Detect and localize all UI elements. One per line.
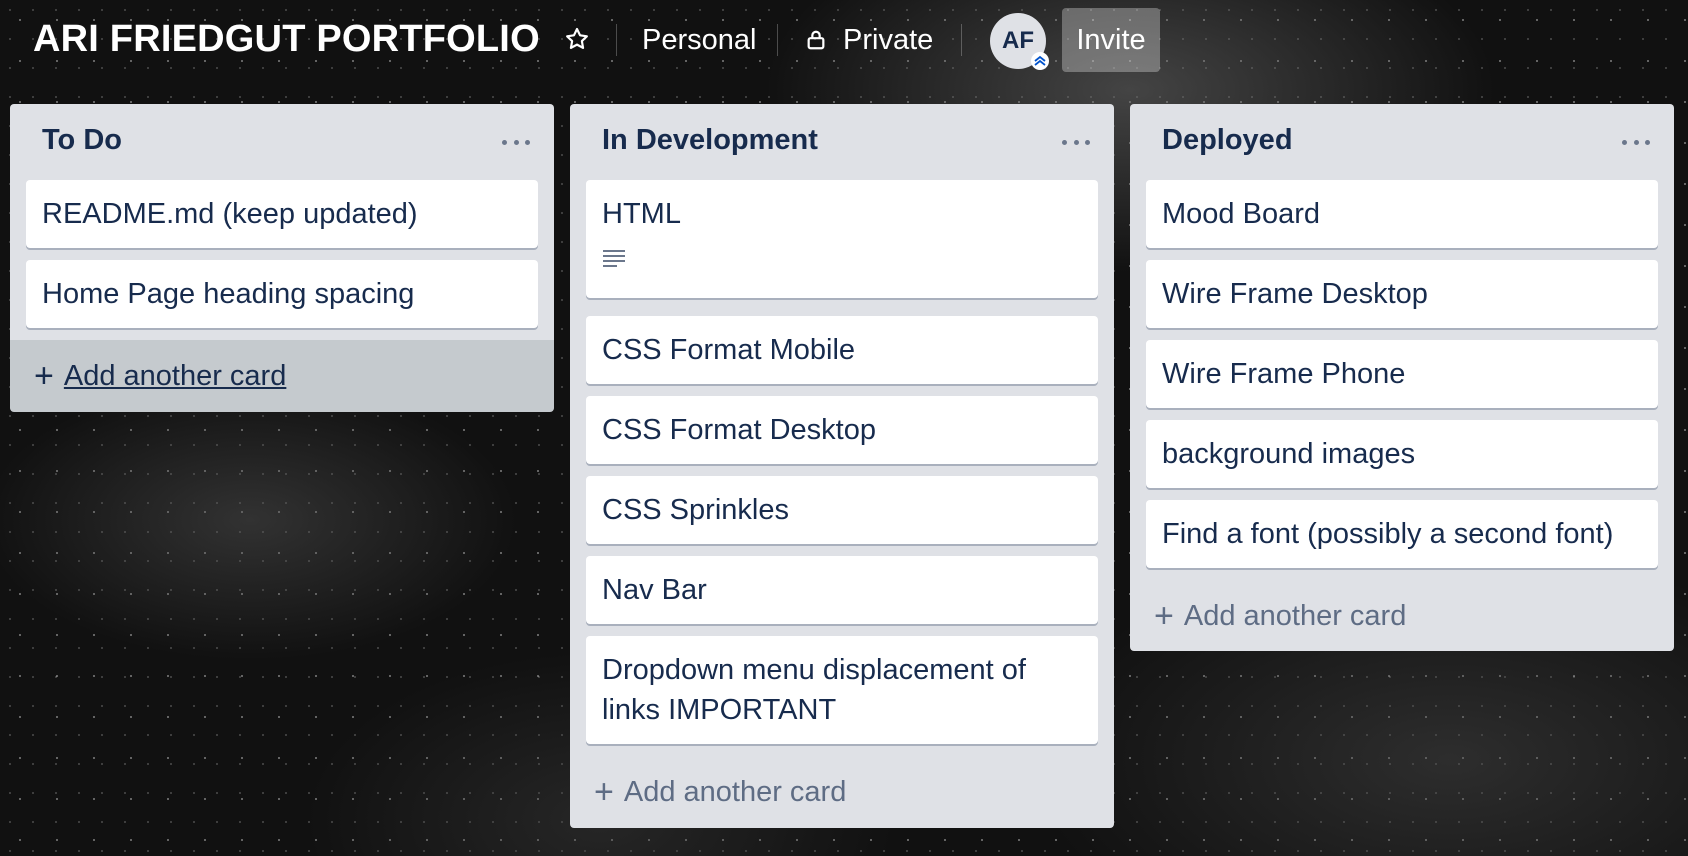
add-card-button[interactable]: + Add another card — [34, 348, 546, 404]
card[interactable]: background images — [1146, 420, 1658, 488]
visibility-button[interactable]: Private — [805, 20, 933, 60]
card-title: Wire Frame Desktop — [1162, 278, 1428, 310]
card-title: Wire Frame Phone — [1162, 358, 1406, 390]
plus-icon: + — [34, 357, 54, 395]
list-header: In Development — [570, 104, 1114, 180]
description-icon — [603, 250, 625, 267]
list-title[interactable]: Deployed — [1162, 124, 1293, 157]
card-title: CSS Format Mobile — [602, 334, 856, 366]
list-menu-button[interactable] — [1622, 132, 1650, 152]
card[interactable]: CSS Format Mobile — [586, 316, 1098, 384]
card-title: Home Page heading spacing — [42, 278, 415, 310]
list-header: To Do — [10, 104, 554, 180]
workspace-button[interactable]: Personal — [642, 20, 756, 60]
add-card-label: Add another card — [63, 359, 287, 392]
plus-icon: + — [594, 773, 614, 811]
add-card-button[interactable]: + Add another card — [594, 764, 1106, 820]
header-divider — [616, 24, 617, 56]
card[interactable]: HTML — [586, 180, 1098, 298]
star-icon — [566, 27, 588, 49]
card-title: Mood Board — [1162, 198, 1320, 230]
lock-icon — [807, 30, 825, 50]
card[interactable]: CSS Sprinkles — [586, 476, 1098, 544]
list-menu-button[interactable] — [502, 132, 530, 152]
card-title: background images — [1162, 438, 1416, 470]
list-header: Deployed — [1130, 104, 1674, 180]
list-title[interactable]: To Do — [42, 124, 122, 157]
card-title: CSS Format Desktop — [602, 414, 876, 446]
card[interactable]: Wire Frame Phone — [1146, 340, 1658, 408]
card[interactable]: Mood Board — [1146, 180, 1658, 248]
card[interactable]: Dropdown menu displacement of links IMPO… — [586, 636, 1098, 744]
card-title: Find a font (possibly a second font) — [1162, 518, 1614, 550]
header-divider — [777, 24, 778, 56]
card[interactable]: CSS Format Desktop — [586, 396, 1098, 464]
card[interactable]: Find a font (possibly a second font) — [1146, 500, 1658, 568]
list-deployed: Deployed Mood Board Wire Frame Desktop W… — [1130, 104, 1674, 651]
add-card-button[interactable]: + Add another card — [1154, 588, 1666, 644]
card-title: HTML — [602, 198, 681, 230]
board-header: ARI FRIEDGUT PORTFOLIO Personal Private … — [0, 0, 1688, 82]
card-title: Dropdown menu displacement of links IMPO… — [602, 654, 1026, 726]
card-title: Nav Bar — [602, 574, 707, 606]
header-divider — [961, 24, 962, 56]
more-horizontal-icon — [1622, 139, 1650, 145]
plus-icon: + — [1154, 597, 1174, 635]
card-title: README.md (keep updated) — [42, 198, 418, 230]
list-to-do: To Do README.md (keep updated) Home Page… — [10, 104, 554, 412]
board-title[interactable]: ARI FRIEDGUT PORTFOLIO — [33, 18, 540, 61]
list-title[interactable]: In Development — [602, 124, 818, 157]
card[interactable]: Home Page heading spacing — [26, 260, 538, 328]
avatar[interactable]: AF — [990, 13, 1049, 70]
admin-chevron-icon — [1031, 52, 1049, 70]
card-title: CSS Sprinkles — [602, 494, 789, 526]
card[interactable]: README.md (keep updated) — [26, 180, 538, 248]
list-in-development: In Development HTML CSS Format Mobile CS… — [570, 104, 1114, 828]
list-menu-button[interactable] — [1062, 132, 1090, 152]
card[interactable]: Wire Frame Desktop — [1146, 260, 1658, 328]
star-button[interactable] — [560, 22, 594, 56]
visibility-label: Private — [843, 24, 934, 56]
add-card-label: Add another card — [623, 775, 847, 808]
card[interactable]: Nav Bar — [586, 556, 1098, 624]
more-horizontal-icon — [502, 139, 530, 145]
invite-button[interactable]: Invite — [1062, 8, 1160, 72]
add-card-label: Add another card — [1183, 599, 1407, 632]
more-horizontal-icon — [1062, 139, 1090, 145]
